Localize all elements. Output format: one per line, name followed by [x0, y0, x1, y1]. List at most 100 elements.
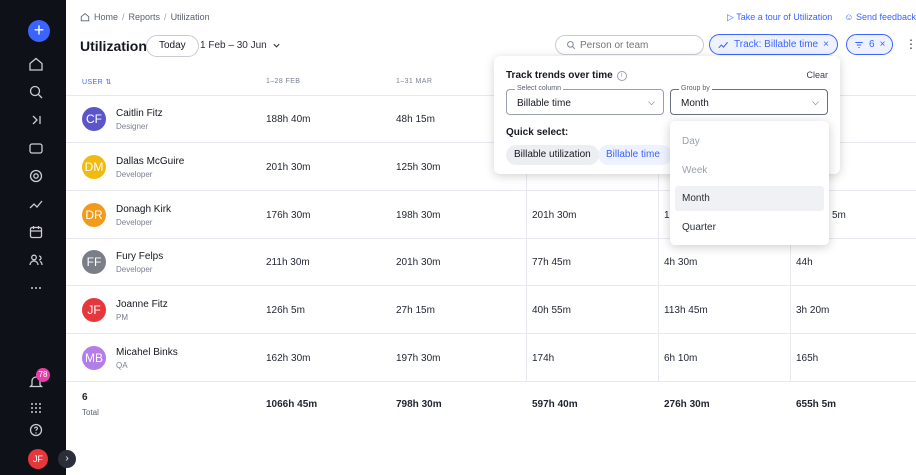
person-name[interactable]: Dallas McGuire	[116, 156, 184, 167]
filter-icon	[855, 41, 863, 48]
filter-chip[interactable]: 6 ×	[846, 34, 894, 55]
group-by-label: Group by	[679, 85, 712, 92]
table-cell: 176h 30m	[266, 210, 311, 221]
home-icon[interactable]	[28, 56, 46, 74]
search-field[interactable]	[555, 35, 704, 55]
table-cell: 197h 30m	[396, 353, 441, 364]
feedback-link[interactable]: ☺ Send feedback	[844, 12, 916, 23]
person-role: Developer	[116, 170, 153, 179]
table-cell: 125h 30m	[396, 162, 441, 173]
table-row[interactable]: FF Fury Felps Developer 211h 30m 201h 30…	[66, 239, 916, 286]
table-cell: 3h 20m	[796, 305, 830, 316]
today-button[interactable]: Today	[146, 35, 199, 57]
person-role: QA	[116, 361, 128, 370]
track-chip[interactable]: Track: Billable time ×	[709, 34, 838, 55]
quick-select-billable-time[interactable]: Billable time	[598, 145, 672, 165]
breadcrumb-home[interactable]: Home	[94, 12, 118, 22]
select-column-label: Select column	[515, 85, 563, 92]
table-cell: 6h 10m	[664, 353, 698, 364]
chevron-right-icon[interactable]	[28, 112, 46, 130]
breadcrumb-current: Utilization	[170, 12, 210, 22]
popover-title: Track trends over time i	[506, 70, 627, 81]
info-icon[interactable]: i	[616, 70, 627, 81]
more-options-icon[interactable]: ⋮	[905, 37, 916, 51]
person-role: PM	[116, 313, 128, 322]
avatar[interactable]: JF	[28, 449, 48, 469]
menu-item-day: Day	[682, 136, 700, 147]
close-icon[interactable]: ×	[880, 39, 886, 50]
table-cell: 162h 30m	[266, 353, 311, 364]
filter-count: 6	[869, 39, 875, 50]
table-cell: 126h 5m	[266, 305, 305, 316]
person-name[interactable]: Donagh Kirk	[116, 204, 171, 215]
add-button[interactable]: +	[28, 20, 50, 42]
quick-select-billable-utilization[interactable]: Billable utilization	[506, 145, 599, 165]
avatar: CF	[82, 107, 106, 131]
table-cell: 174h	[532, 353, 555, 364]
select-column-dropdown[interactable]: Select column Billable time ⌵	[506, 85, 664, 115]
group-by-menu: Day Week Month Quarter	[670, 121, 829, 245]
breadcrumb-separator: /	[164, 12, 167, 22]
menu-item-quarter[interactable]: Quarter	[675, 215, 824, 240]
clear-button[interactable]: Clear	[806, 70, 828, 80]
total-cell: 1066h 45m	[266, 399, 318, 410]
search-icon	[567, 41, 576, 50]
chart-icon[interactable]	[28, 196, 46, 214]
search-icon[interactable]	[28, 84, 46, 102]
table-cell: 211h 30m	[266, 257, 310, 268]
table-cell: 44h	[796, 257, 813, 268]
apps-grid-icon[interactable]	[28, 400, 46, 418]
group-by-dropdown[interactable]: Group by Month ⌵	[670, 85, 828, 115]
folder-icon[interactable]	[28, 140, 46, 158]
total-row: 6 Total 1066h 45m 798h 30m 597h 40m 276h…	[66, 382, 916, 430]
date-range-picker[interactable]: 1 Feb – 30 Jun	[200, 40, 281, 51]
help-icon[interactable]	[28, 422, 46, 440]
calendar-icon[interactable]	[28, 224, 46, 242]
person-name[interactable]: Fury Felps	[116, 251, 163, 262]
at-icon[interactable]	[28, 168, 46, 186]
home-icon	[80, 12, 90, 22]
table-cell: 5m	[832, 210, 846, 221]
column-header-mar[interactable]: 1–31 MAR	[396, 78, 432, 85]
total-cell: 655h 5m	[796, 399, 837, 410]
collapse-sidebar-button[interactable]: ›	[58, 450, 76, 468]
person-role: Developer	[116, 218, 153, 227]
total-cell: 798h 30m	[396, 399, 442, 410]
avatar: DR	[82, 203, 106, 227]
person-name[interactable]: Joanne Fitz	[116, 299, 168, 310]
table-row[interactable]: JF Joanne Fitz PM 126h 5m 27h 15m 40h 55…	[66, 286, 916, 334]
column-header-user[interactable]: USER ⇅	[82, 78, 112, 86]
chevron-down-icon: ⌵	[648, 97, 655, 107]
search-input[interactable]	[580, 39, 690, 51]
tour-link[interactable]: ▷ Take a tour of Utilization	[727, 12, 832, 23]
person-name[interactable]: Micahel Binks	[116, 347, 178, 358]
chevron-down-icon	[273, 43, 280, 48]
close-icon[interactable]: ×	[823, 39, 829, 50]
breadcrumb: Home / Reports / Utilization	[80, 12, 210, 22]
person-name[interactable]: Caitlin Fitz	[116, 108, 163, 119]
breadcrumb-reports[interactable]: Reports	[129, 12, 161, 22]
table-cell: 113h 45m	[664, 305, 708, 316]
more-icon[interactable]	[28, 280, 46, 298]
table-cell: 48h 15m	[396, 114, 435, 125]
table-cell: 201h 30m	[266, 162, 311, 173]
total-cell: 597h 40m	[532, 399, 578, 410]
chevron-down-icon: ⌵	[812, 97, 819, 107]
column-header-feb[interactable]: 1–28 FEB	[266, 78, 300, 85]
track-chip-label: Track: Billable time	[734, 39, 819, 50]
person-role: Developer	[116, 265, 153, 274]
people-icon[interactable]	[28, 252, 46, 270]
table-cell: 27h 15m	[396, 305, 435, 316]
sidebar: + 78 JF ›	[0, 0, 76, 475]
table-cell: 201h 30m	[396, 257, 441, 268]
quick-select-title: Quick select:	[506, 127, 569, 138]
total-label: Total	[82, 408, 99, 417]
table-row[interactable]: MB Micahel Binks QA 162h 30m 197h 30m 17…	[66, 334, 916, 382]
avatar: JF	[82, 298, 106, 322]
notification-badge: 78	[36, 368, 50, 382]
table-cell: 77h 45m	[532, 257, 571, 268]
menu-item-month[interactable]: Month	[675, 186, 824, 211]
sort-icon[interactable]: ⇅	[105, 79, 111, 86]
avatar: DM	[82, 155, 106, 179]
table-cell: 198h 30m	[396, 210, 441, 221]
